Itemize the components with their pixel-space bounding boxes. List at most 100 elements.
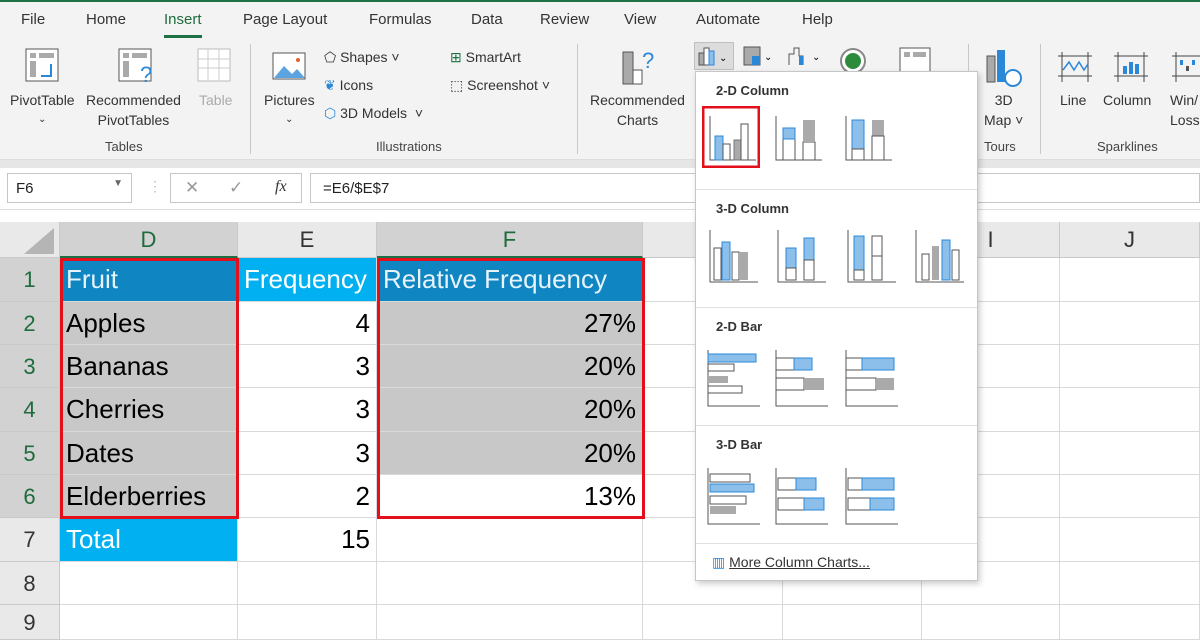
section-2d-column: 2-D Column [716, 83, 789, 98]
enter-icon[interactable]: ✓ [229, 178, 243, 198]
tab-review[interactable]: Review [540, 11, 589, 28]
chevron-down-icon[interactable]: ⌄ [285, 110, 293, 130]
waterfall-chart-icon[interactable]: ⌄ [786, 44, 826, 70]
cell-e3[interactable]: 3 [238, 345, 377, 388]
row-header-9[interactable]: 9 [0, 605, 60, 640]
tab-home[interactable]: Home [86, 11, 126, 28]
3d-models-button[interactable]: ⬡ 3D Models ˅ [324, 103, 423, 123]
sparkline-column-button[interactable]: Column [1103, 90, 1151, 110]
cell[interactable] [922, 605, 1060, 640]
3d-column-option[interactable] [910, 224, 968, 286]
row-header-4[interactable]: 4 [0, 388, 60, 432]
cell-d7[interactable]: Total [60, 518, 238, 562]
clustered-column-option[interactable] [702, 106, 760, 168]
insert-function-icon[interactable]: fx [275, 178, 287, 196]
tab-data[interactable]: Data [471, 11, 503, 28]
chevron-down-icon[interactable]: ▼ [113, 178, 123, 189]
cell[interactable] [1060, 605, 1200, 640]
sparkline-line-button[interactable]: Line [1060, 90, 1086, 110]
cell[interactable] [1060, 432, 1200, 475]
ribbon-tabs: File Home Insert Page Layout Formulas Da… [0, 0, 1200, 38]
cell-e4[interactable]: 3 [238, 388, 377, 432]
cancel-icon[interactable]: ✕ [185, 178, 199, 198]
3d-map-button[interactable]: 3D Map ˅ [984, 90, 1023, 130]
row-header-1[interactable]: 1 [0, 258, 60, 302]
tab-file[interactable]: File [21, 11, 45, 28]
sparkline-winloss-button[interactable]: Win/Loss [1170, 90, 1200, 130]
cell[interactable] [238, 562, 377, 605]
row-header-5[interactable]: 5 [0, 432, 60, 475]
screenshot-button[interactable]: ⬚ Screenshot ˅ [450, 75, 550, 95]
cell[interactable] [1060, 345, 1200, 388]
row-header-3[interactable]: 3 [0, 345, 60, 388]
splitter-handle[interactable]: ⋮ [148, 178, 162, 195]
row-header-2[interactable]: 2 [0, 302, 60, 345]
stacked-bar-option[interactable] [772, 346, 830, 408]
tab-formulas[interactable]: Formulas [369, 11, 432, 28]
3d-stacked-bar-option[interactable] [772, 464, 830, 526]
cell[interactable] [783, 605, 922, 640]
table-button[interactable]: Table [199, 90, 232, 110]
tab-insert[interactable]: Insert [164, 11, 202, 38]
column-header-f[interactable]: F [377, 222, 643, 258]
recommended-charts-button[interactable]: Recommended Charts [590, 90, 685, 130]
cell-e1[interactable]: Frequency [238, 258, 377, 302]
ribbon: PivotTable ⌄ ? Recommended PivotTables Ta… [0, 38, 1200, 160]
3d-clustered-bar-option[interactable] [704, 464, 762, 526]
cell-e7[interactable]: 15 [238, 518, 377, 562]
cell[interactable] [1060, 388, 1200, 432]
tab-help[interactable]: Help [802, 11, 833, 28]
cell[interactable] [377, 518, 643, 562]
label: Screenshot [467, 77, 538, 93]
column-chart-small-icon: ▥ [712, 554, 726, 570]
cell[interactable] [643, 605, 783, 640]
3d-stacked-column-option[interactable] [772, 224, 830, 286]
cell[interactable] [1060, 562, 1200, 605]
cell[interactable] [238, 605, 377, 640]
icons-button[interactable]: ❦ Icons [324, 75, 373, 95]
more-column-charts-link[interactable]: ▥ More Column Charts... [712, 554, 870, 571]
tab-view[interactable]: View [624, 11, 656, 28]
column-header-e[interactable]: E [238, 222, 377, 258]
100-stacked-column-option[interactable] [840, 106, 898, 168]
cell-e5[interactable]: 3 [238, 432, 377, 475]
pivottable-button[interactable]: PivotTable [10, 90, 75, 110]
select-all-button[interactable] [0, 222, 60, 258]
3d-100-stacked-bar-option[interactable] [842, 464, 900, 526]
cell[interactable] [1060, 475, 1200, 518]
cell[interactable] [377, 605, 643, 640]
cell[interactable] [1060, 518, 1200, 562]
3d-clustered-column-option[interactable] [704, 224, 762, 286]
row-header-6[interactable]: 6 [0, 475, 60, 518]
smartart-button[interactable]: ⊞ SmartArt [450, 47, 521, 67]
pictures-icon [272, 52, 306, 80]
row-header-7[interactable]: 7 [0, 518, 60, 562]
cell[interactable] [60, 605, 238, 640]
tab-page-layout[interactable]: Page Layout [243, 11, 327, 28]
svg-text:⌄: ⌄ [764, 52, 772, 63]
cell[interactable] [1060, 258, 1200, 302]
cell[interactable] [377, 562, 643, 605]
recommended-pivottables-button[interactable]: Recommended PivotTables [86, 90, 181, 130]
divider [250, 44, 251, 154]
hierarchy-chart-icon[interactable]: ⌄ [742, 44, 778, 70]
column-chart-dropdown: 2-D Column 3-D Column 2-D Bar 3-D Bar ▥ … [695, 71, 978, 581]
column-header-d[interactable]: D [60, 222, 238, 258]
insert-column-chart-button[interactable]: ⌄ [694, 42, 734, 70]
tab-automate[interactable]: Automate [696, 11, 760, 28]
3d-100-stacked-column-option[interactable] [842, 224, 900, 286]
name-box[interactable]: F6 ▼ [7, 173, 132, 203]
stacked-column-option[interactable] [770, 106, 828, 168]
cell-e6[interactable]: 2 [238, 475, 377, 518]
row-header-8[interactable]: 8 [0, 562, 60, 605]
shapes-button[interactable]: ⬠ Shapes ˅ [324, 47, 400, 67]
clustered-bar-option[interactable] [704, 346, 762, 408]
cell-e2[interactable]: 4 [238, 302, 377, 345]
cell[interactable] [60, 562, 238, 605]
pictures-button[interactable]: Pictures [264, 90, 315, 110]
svg-text:?: ? [642, 48, 654, 73]
100-stacked-bar-option[interactable] [842, 346, 900, 408]
column-header-j[interactable]: J [1060, 222, 1200, 258]
chevron-down-icon[interactable]: ⌄ [38, 110, 46, 130]
cell[interactable] [1060, 302, 1200, 345]
